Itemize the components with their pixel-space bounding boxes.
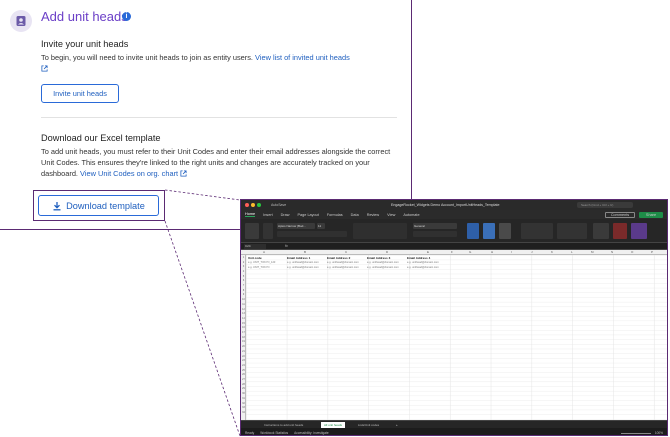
- formula-bar: C24 fx: [241, 243, 667, 250]
- excel-search[interactable]: Search (Cmd + Ctrl + U): [577, 202, 633, 208]
- invite-description: To begin, you will need to invite unit h…: [41, 53, 406, 75]
- workbook-statistics[interactable]: Workbook Statistics: [260, 431, 288, 435]
- template-description: To add unit heads, you must refer to the…: [41, 146, 401, 180]
- ribbon-tab-automate[interactable]: Automate: [403, 213, 419, 217]
- zoom-window-icon[interactable]: [257, 203, 261, 207]
- sheet-tabs: Instructions to add unit heads All unit …: [241, 420, 667, 428]
- zoom-slider[interactable]: [621, 432, 651, 433]
- view-unit-codes-link[interactable]: View Unit Codes on org. chart: [80, 169, 178, 178]
- download-template-button[interactable]: Download template: [38, 195, 159, 216]
- cells-tools[interactable]: [521, 223, 553, 239]
- name-box[interactable]: C24: [244, 244, 266, 249]
- table-cell[interactable]: e.g. unithead@domain.com: [367, 261, 399, 264]
- font-name-select[interactable]: Aptos Narrow (Bod...: [277, 223, 315, 229]
- table-cell[interactable]: e.g. unithead@domain.com: [327, 266, 359, 269]
- external-link-icon[interactable]: [180, 169, 187, 180]
- table-cell[interactable]: e.g. unithead@domain.com: [407, 261, 439, 264]
- header-cell[interactable]: Email Address 2: [327, 256, 350, 260]
- font-size-select[interactable]: 11: [317, 223, 325, 229]
- invite-unit-heads-button[interactable]: Invite unit heads: [41, 84, 119, 103]
- minimize-window-icon[interactable]: [251, 203, 255, 207]
- close-window-icon[interactable]: [245, 203, 249, 207]
- ribbon-tab-view[interactable]: View: [387, 213, 395, 217]
- invite-heading: Invite your unit heads: [41, 39, 129, 49]
- sensitivity-button[interactable]: [593, 223, 609, 239]
- header-cell[interactable]: Unit code: [248, 256, 262, 260]
- view-invited-link[interactable]: View list of invited unit heads: [255, 53, 350, 62]
- comments-button[interactable]: Comments: [605, 211, 635, 218]
- ribbon-tab-page-layout[interactable]: Page Layout: [298, 213, 319, 217]
- table-cell[interactable]: e.g. UNIT_TOKYO_123: [248, 261, 275, 264]
- paste-button[interactable]: [245, 223, 259, 239]
- cell-styles-button[interactable]: [499, 223, 511, 239]
- excel-window: AutoSave EngageRocket_Widgets Demo Accou…: [240, 199, 668, 436]
- ribbon-tab-formulas[interactable]: Formulas: [327, 213, 343, 217]
- table-cell[interactable]: e.g. unithead@domain.com: [287, 261, 319, 264]
- zoom-level[interactable]: 100%: [655, 431, 663, 435]
- status-ready: Ready: [245, 430, 255, 435]
- status-bar: Ready Workbook Statistics Accessibility:…: [241, 428, 667, 435]
- font-format-tools[interactable]: [277, 231, 347, 237]
- header-cell[interactable]: Email Address 4: [407, 256, 430, 260]
- editing-tools[interactable]: [557, 223, 587, 239]
- copilot-button[interactable]: [631, 223, 647, 239]
- person-card-icon: [10, 10, 32, 32]
- ribbon-tab-data[interactable]: Data: [351, 213, 359, 217]
- ribbon-tab-insert[interactable]: Insert: [263, 213, 273, 217]
- excel-ribbon-tabs: Home Insert Draw Page Layout Formulas Da…: [241, 210, 667, 219]
- ribbon-tab-review[interactable]: Review: [367, 213, 379, 217]
- table-cell[interactable]: e.g. unithead@domain.com: [407, 266, 439, 269]
- cell-gridlines: [246, 255, 667, 420]
- download-template-label: Download template: [66, 200, 145, 211]
- excel-ribbon: Aptos Narrow (Bod... 11 General: [241, 219, 667, 243]
- window-controls[interactable]: [245, 203, 261, 207]
- table-cell[interactable]: e.g. UNIT_TOKYO: [248, 266, 270, 269]
- add-ins-button[interactable]: [613, 223, 627, 239]
- card-title: Add unit heads: [41, 9, 128, 24]
- format-as-table-button[interactable]: [483, 223, 495, 239]
- table-cell[interactable]: e.g. unithead@domain.com: [287, 266, 319, 269]
- conditional-formatting-button[interactable]: [467, 223, 479, 239]
- header-cell[interactable]: Email Address 3: [367, 256, 390, 260]
- table-cell[interactable]: e.g. unithead@domain.com: [327, 261, 359, 264]
- autosave-toggle[interactable]: AutoSave: [271, 203, 286, 207]
- clipboard-tools[interactable]: [263, 223, 273, 239]
- excel-titlebar: AutoSave EngageRocket_Widgets Demo Accou…: [241, 200, 667, 210]
- table-cell[interactable]: e.g. unithead@domain.com: [367, 266, 399, 269]
- external-link-icon[interactable]: [41, 64, 48, 76]
- accessibility-status[interactable]: Accessibility: Investigate: [294, 431, 329, 435]
- header-cell[interactable]: Email Address 1: [287, 256, 310, 260]
- download-highlight-frame: Download template: [33, 190, 165, 221]
- number-format-select[interactable]: General: [413, 223, 457, 229]
- fx-icon[interactable]: fx: [285, 244, 288, 248]
- excel-filename: EngageRocket_Widgets Demo Account_Import…: [391, 203, 500, 207]
- ribbon-tab-draw[interactable]: Draw: [281, 213, 290, 217]
- section-divider: [41, 117, 397, 118]
- number-tools[interactable]: [413, 231, 457, 237]
- worksheet-grid[interactable]: A B C D E F G H I J K L M N O P 12345678…: [241, 250, 667, 420]
- share-button[interactable]: Share: [639, 211, 663, 218]
- info-icon[interactable]: i: [122, 12, 131, 21]
- ribbon-tab-home[interactable]: Home: [245, 212, 256, 217]
- download-icon: [53, 201, 61, 210]
- alignment-tools[interactable]: [353, 223, 407, 239]
- invite-text: To begin, you will need to invite unit h…: [41, 53, 256, 62]
- template-heading: Download our Excel template: [41, 133, 161, 143]
